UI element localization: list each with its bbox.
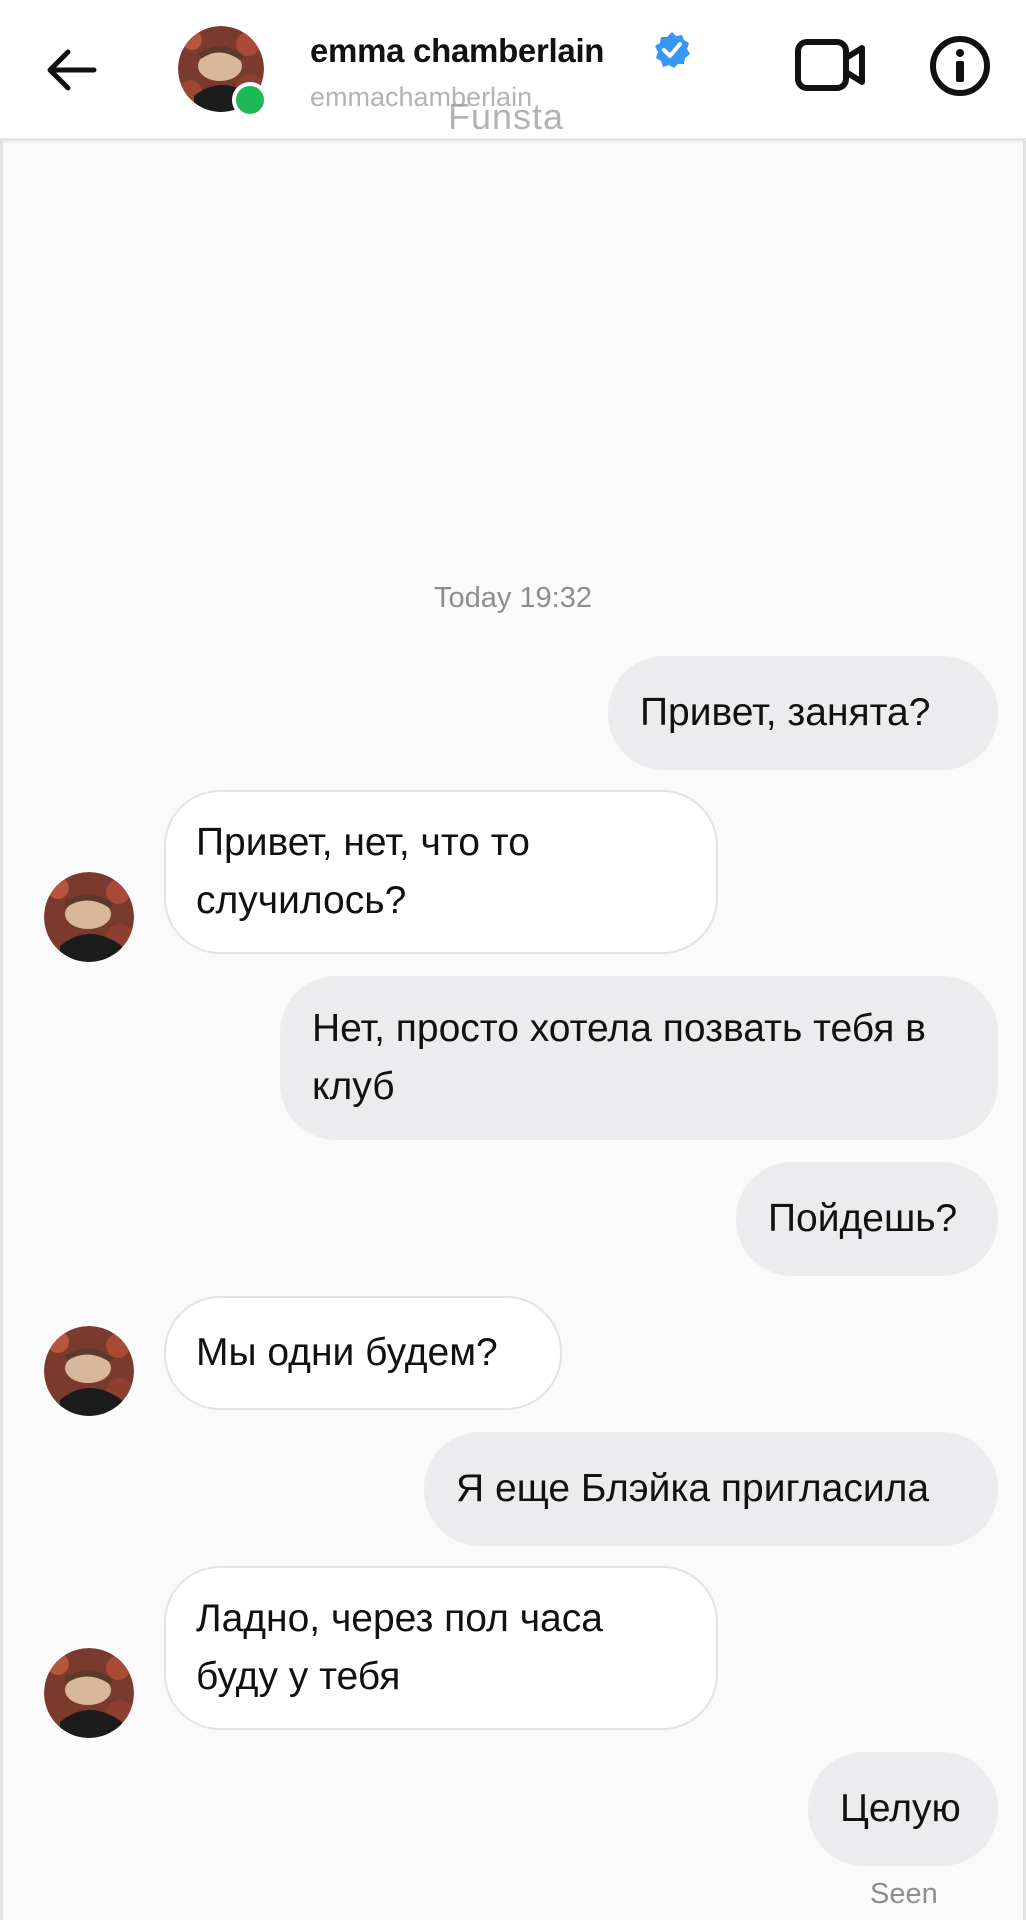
message-bubble-outgoing[interactable]: Нет, просто хотела позвать тебя в клуб xyxy=(280,976,998,1140)
back-arrow-icon[interactable] xyxy=(40,38,104,102)
online-status-dot xyxy=(232,82,268,118)
video-camera-icon[interactable] xyxy=(794,34,868,96)
message-bubble-incoming[interactable]: Ладно, через пол часа буду у тебя xyxy=(164,1566,718,1730)
message-text: Я еще Блэйка пригласила xyxy=(456,1467,930,1510)
message-bubble-outgoing[interactable]: Целую xyxy=(808,1752,998,1866)
message-bubble-outgoing[interactable]: Я еще Блэйка пригласила xyxy=(424,1432,998,1546)
message-text: Ладно, через пол часа буду у тебя xyxy=(196,1597,603,1698)
chat-header: emma chamberlain emmachamberlain Funsta xyxy=(0,0,1026,141)
contact-avatar[interactable] xyxy=(178,26,268,118)
message-text: Нет, просто хотела позвать тебя в клуб xyxy=(312,1007,926,1108)
sender-avatar[interactable] xyxy=(44,872,134,962)
frame-edge-left xyxy=(0,140,3,1920)
message-text: Привет, занята? xyxy=(640,691,931,734)
message-bubble-outgoing[interactable]: Пойдешь? xyxy=(736,1162,998,1276)
funsta-overlay-text: Funsta xyxy=(448,96,565,137)
message-text: Целую xyxy=(840,1787,961,1830)
message-text: Мы одни будем? xyxy=(196,1331,498,1374)
message-text: Пойдешь? xyxy=(768,1197,958,1240)
message-bubble-incoming[interactable]: Привет, нет, что то случилось? xyxy=(164,790,718,954)
seen-receipt: Seen xyxy=(870,1878,938,1910)
info-icon[interactable] xyxy=(928,34,992,98)
verified-badge-icon xyxy=(655,32,690,68)
contact-name[interactable]: emma chamberlain xyxy=(310,32,604,70)
thread-timestamp: Today 19:32 xyxy=(433,582,592,614)
sender-avatar[interactable] xyxy=(44,1326,134,1416)
message-bubble-outgoing[interactable]: Привет, занята? xyxy=(608,656,998,770)
message-bubble-incoming[interactable]: Мы одни будем? xyxy=(164,1296,562,1410)
message-text: Привет, нет, что то случилось? xyxy=(196,821,530,922)
sender-avatar[interactable] xyxy=(44,1648,134,1738)
chat-screen: emma chamberlain emmachamberlain Funsta … xyxy=(0,0,1026,1920)
